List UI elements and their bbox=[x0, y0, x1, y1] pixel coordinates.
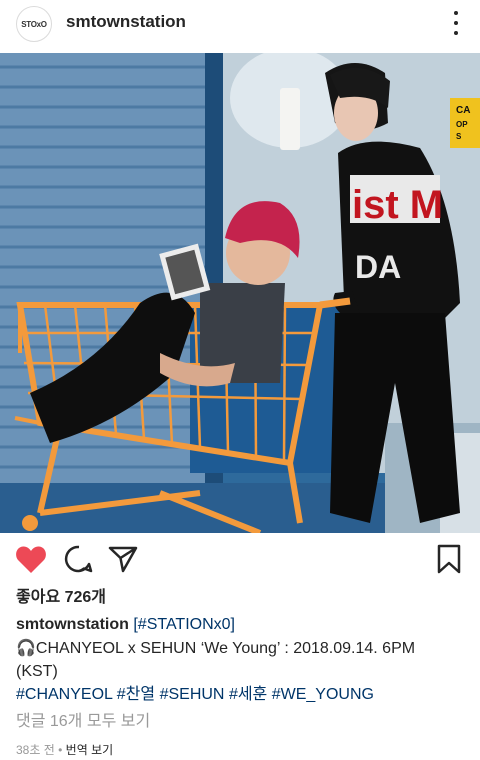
sign-text-3: S bbox=[456, 132, 462, 141]
jacket-print: ist M bbox=[352, 183, 443, 227]
post-header: STOxO smtownstation bbox=[0, 0, 480, 48]
sign-text-2: OP bbox=[456, 120, 468, 129]
post-username[interactable]: smtownstation bbox=[66, 12, 186, 32]
like-heart-icon[interactable] bbox=[15, 544, 47, 574]
action-bar bbox=[0, 538, 480, 582]
avatar[interactable]: STOxO bbox=[16, 6, 52, 42]
bookmark-icon[interactable] bbox=[436, 544, 462, 574]
sign-text-1: CA bbox=[456, 105, 470, 116]
caption-line-1: smtownstation [#STATIONx0] bbox=[16, 614, 235, 636]
likes-count[interactable]: 좋아요 726개 bbox=[16, 587, 106, 609]
post-meta: 38초 전 • 번역 보기 bbox=[16, 739, 113, 760]
post-time: 38초 전 bbox=[16, 743, 55, 757]
hashtag-sehun-kr[interactable]: #세훈 bbox=[229, 686, 267, 703]
meta-dot: • bbox=[58, 743, 66, 757]
comment-icon[interactable] bbox=[64, 544, 94, 574]
hashtag-sehun[interactable]: #SEHUN bbox=[160, 686, 225, 703]
view-all-comments-link[interactable]: 댓글 16개 모두 보기 bbox=[16, 711, 150, 733]
caption-line-3: (KST) bbox=[16, 663, 58, 680]
caption-username[interactable]: smtownstation bbox=[16, 616, 129, 633]
hashtag-chanyeol[interactable]: #CHANYEOL bbox=[16, 686, 112, 703]
post-photo[interactable]: CA OP S ist M DA bbox=[0, 53, 480, 533]
hashtag-we-young[interactable]: #WE_YOUNG bbox=[272, 686, 374, 703]
jacket-print-2: DA bbox=[355, 249, 401, 285]
post-photo-illustration: CA OP S ist M DA bbox=[0, 53, 480, 533]
caption-hashtags: #CHANYEOL #찬열 #SEHUN #세훈 #WE_YOUNG bbox=[16, 684, 374, 706]
hashtag-chanyeol-kr[interactable]: #찬열 bbox=[117, 686, 155, 703]
share-icon[interactable] bbox=[108, 544, 138, 574]
wall-lamp bbox=[280, 88, 300, 150]
more-options-icon[interactable] bbox=[452, 11, 460, 35]
caption-hashtag-station[interactable]: [#STATIONx0] bbox=[133, 616, 235, 633]
caption-line-2: 🎧CHANYEOL x SEHUN ‘We Young’ : 2018.09.1… bbox=[16, 640, 416, 657]
translate-link[interactable]: 번역 보기 bbox=[66, 743, 114, 757]
